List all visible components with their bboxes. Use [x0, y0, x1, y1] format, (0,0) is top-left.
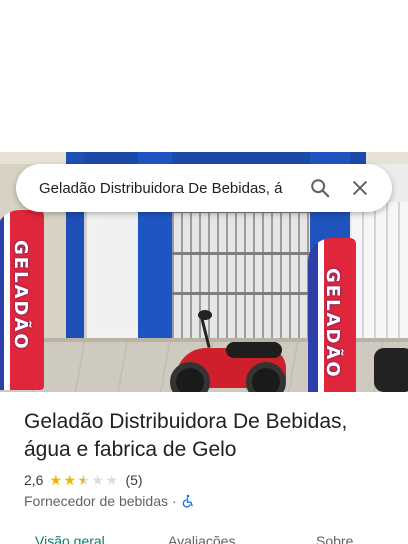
- rating-value: 2,6: [24, 472, 44, 488]
- photo-gate-rail: [172, 252, 310, 255]
- star-icon: ★: [49, 472, 63, 488]
- motorcycle-seat: [226, 342, 282, 358]
- separator-dot: ·: [172, 493, 177, 509]
- search-bar[interactable]: Geladão Distribuidora De Bebidas, á: [16, 164, 392, 212]
- wheelchair-accessible-icon: [181, 494, 195, 508]
- photo-gate-bars: [172, 210, 310, 342]
- photo-right-shutter: [352, 202, 408, 342]
- place-tabs: Visão geral Avaliações Sobre: [0, 528, 408, 544]
- star-icon: ★: [63, 472, 77, 488]
- star-icon: ★: [91, 472, 105, 488]
- wheelchair-icon-glyph: [182, 494, 193, 508]
- photo-interior: [98, 216, 140, 326]
- close-icon[interactable]: [340, 168, 380, 208]
- map-blank-area: [0, 0, 408, 152]
- photo-banner-left: GELADÃO: [0, 210, 44, 390]
- rating-row[interactable]: 2,6 ★ ★ ★ ★ ★ (5): [24, 472, 143, 488]
- place-name: Geladão Distribuidora De Bebidas, água e…: [24, 410, 348, 461]
- tab-about[interactable]: Sobre: [316, 533, 353, 544]
- banner-logo-text: GELADÃO: [322, 268, 343, 379]
- banner-stripe: [308, 238, 318, 392]
- rating-stars: ★ ★ ★ ★ ★: [49, 473, 119, 487]
- star-icon: ★: [77, 472, 91, 488]
- banner-logo-text: GELADÃO: [10, 240, 31, 351]
- search-icon-glyph: [311, 179, 330, 198]
- review-count[interactable]: (5): [125, 472, 142, 488]
- close-icon-glyph: [353, 181, 367, 195]
- star-icon: ★: [105, 472, 119, 488]
- tab-overview[interactable]: Visão geral: [35, 533, 105, 544]
- photo-banner-right: GELADÃO: [308, 238, 356, 392]
- place-category[interactable]: Fornecedor de bebidas: [24, 493, 168, 509]
- tab-reviews[interactable]: Avaliações: [168, 533, 235, 544]
- photo-gate-rail: [172, 292, 310, 295]
- search-icon[interactable]: [300, 168, 340, 208]
- search-input[interactable]: Geladão Distribuidora De Bebidas, á: [39, 180, 300, 197]
- category-row: Fornecedor de bebidas ·: [24, 493, 195, 509]
- motorcycle-right: [374, 348, 408, 392]
